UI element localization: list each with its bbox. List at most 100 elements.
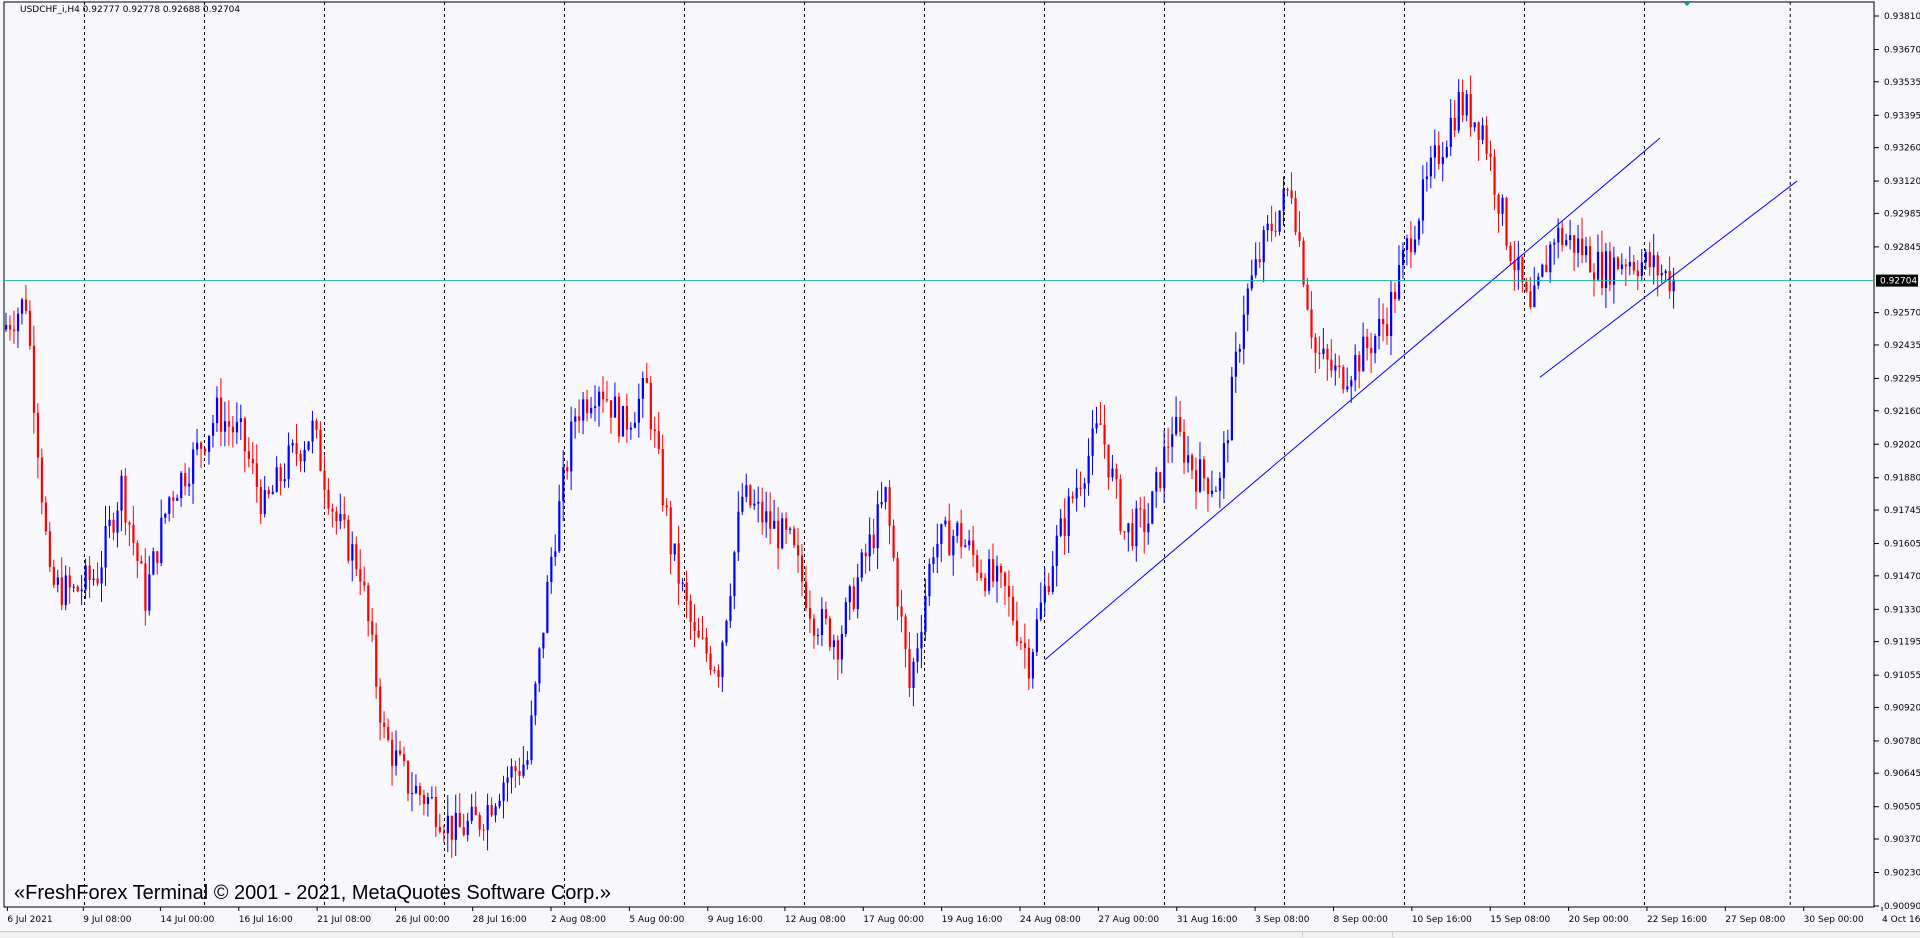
candle-body [725,620,728,643]
candle-body [180,473,183,499]
candle-body [498,800,501,807]
candle-body [908,649,911,689]
price-tick-label: 0.93670 [1884,45,1920,55]
candle-body [1151,491,1154,524]
candle-body [375,634,378,687]
candle-body [279,467,282,482]
candle-body [271,491,274,495]
candle-body [104,526,107,568]
candle-body [1350,380,1353,387]
candle-body [5,324,8,330]
candle-body [1354,355,1357,381]
candle-body [156,551,159,564]
price-tick-label: 0.90920 [1884,703,1920,713]
candle-body [363,581,366,586]
candle-body [303,449,306,462]
candle-body [1175,417,1178,435]
candle-body [1346,386,1349,390]
candle-body [888,487,891,526]
candle-body [586,399,589,414]
candle-body [960,522,963,547]
candle-body [1167,446,1170,448]
price-tick-label: 0.93395 [1884,111,1920,121]
price-tick-label: 0.91195 [1884,638,1920,648]
candle-body [44,502,47,532]
candle-body [920,631,923,649]
candle-body [1596,251,1600,280]
candle-body [1421,179,1425,221]
candle-body [1374,335,1377,354]
trendline[interactable] [1539,180,1798,378]
candle-body [1493,156,1496,195]
candle-body [514,766,517,771]
candle-body [570,421,573,472]
candle-body [1366,336,1369,349]
candle-body [995,565,999,582]
candle-body [916,648,919,662]
shift-marker-icon[interactable] [1682,1,1692,6]
candle-body [1194,470,1198,492]
candle-body [689,600,692,623]
time-tick-label: 22 Sep 16:00 [1647,915,1707,925]
candle-body [406,761,410,794]
candle-body [1210,490,1214,495]
candle-body [613,396,617,418]
candle-body [956,522,959,536]
candle-body [402,754,406,762]
candle-body [215,397,219,424]
candle-body [1378,318,1381,336]
candle-body [880,502,883,505]
candle-body [1322,348,1325,354]
candle-body [207,435,211,452]
candle-body [430,796,434,798]
candle-body [1389,292,1393,336]
candle-body [1401,250,1405,265]
tab-divider [1392,931,1393,937]
candle-body [339,513,342,522]
time-tick-label: 27 Sep 08:00 [1725,915,1785,925]
candle-body [76,586,79,592]
candle-body [259,487,262,515]
price-chart[interactable]: 0.93810 0.93670 0.93535 0.93395 0.93260 0.931… [0,0,1920,937]
candle-body [1314,337,1317,353]
candle-body [446,815,449,834]
candle-body [116,510,119,533]
candle-body [1015,620,1019,642]
price-tick-label: 0.91055 [1884,671,1920,681]
candle-body [812,618,816,636]
candle-body [1250,275,1253,289]
candle-body [28,310,32,346]
candle-body [283,479,286,482]
candle-body [387,726,390,740]
candle-body [928,563,931,597]
candle-body [665,505,668,508]
price-tick-label: 0.92160 [1884,407,1920,417]
candle-body [506,777,509,783]
candle-body [486,805,489,831]
candle-body [1656,255,1659,276]
candle-body [1505,197,1508,246]
chart-window[interactable]: 0.93810 0.93670 0.93535 0.93395 0.93260 0.931… [0,0,1920,938]
candle-body [1214,490,1218,492]
candle-body [1521,256,1524,283]
candle-body [287,445,290,480]
candle-body [1095,423,1098,429]
candle-body [391,739,394,766]
candle-body [243,418,246,452]
candle-body [944,520,947,525]
price-tick-label: 0.92295 [1884,374,1920,384]
candle-body [1664,270,1667,274]
candle-body [1585,246,1588,256]
price-tick-label: 0.91605 [1884,540,1920,550]
tab-divider [1302,931,1303,937]
candle-body [1179,417,1182,432]
candle-body [621,406,625,437]
candle-body [697,630,700,638]
candle-body [478,814,481,830]
candle-body [1581,238,1584,256]
candle-body [1127,523,1130,533]
price-tick-label: 0.93535 [1884,78,1920,88]
candle-body [422,794,426,805]
candle-body [239,418,243,423]
trendline[interactable] [1044,137,1661,660]
